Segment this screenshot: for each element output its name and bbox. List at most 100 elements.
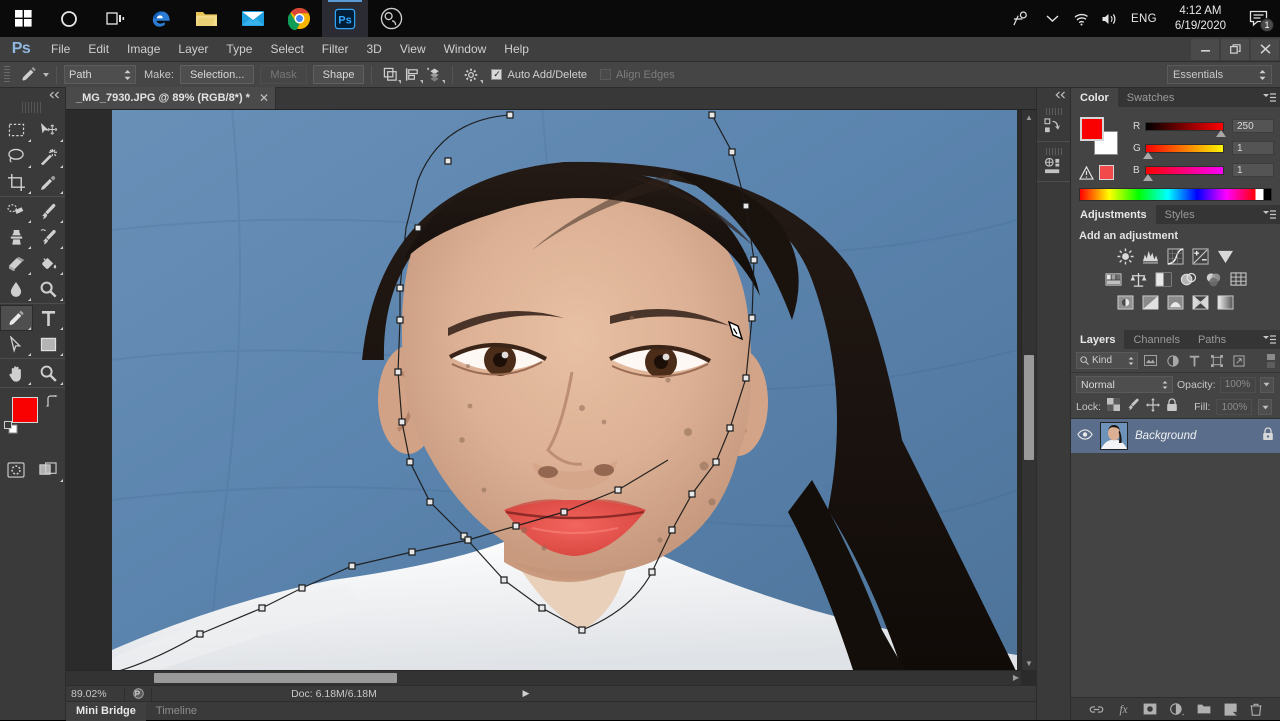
rectangle-tool[interactable] xyxy=(33,331,66,357)
mail-button[interactable] xyxy=(230,0,276,37)
scroll-right-arrow-icon[interactable]: ▶ xyxy=(1013,673,1019,682)
delete-layer-button[interactable] xyxy=(1250,703,1262,716)
out-of-gamut-warning[interactable] xyxy=(1079,165,1114,180)
canvas-horizontal-scrollbar[interactable]: ▶ xyxy=(66,670,1021,685)
layer-lock-icon[interactable] xyxy=(1262,426,1274,446)
vibrance-icon[interactable] xyxy=(1216,247,1235,266)
color-foreground-swatch[interactable] xyxy=(1080,117,1104,141)
tab-color[interactable]: Color xyxy=(1071,88,1118,107)
path-operations-button[interactable] xyxy=(379,65,402,85)
history-panel-button[interactable] xyxy=(1037,102,1070,142)
new-group-button[interactable] xyxy=(1197,703,1211,715)
crop-tool[interactable] xyxy=(0,169,33,195)
color-panel-menu-button[interactable] xyxy=(1258,88,1280,107)
zoom-tool[interactable] xyxy=(33,360,66,386)
people-button[interactable] xyxy=(1003,0,1037,37)
adjustments-panel-menu-button[interactable] xyxy=(1258,205,1280,224)
table-row[interactable]: Background xyxy=(1071,419,1280,453)
fill-dropdown-button[interactable] xyxy=(1258,399,1273,415)
brush-tool[interactable] xyxy=(33,198,66,224)
path-alignment-button[interactable] xyxy=(401,65,424,85)
hue-saturation-icon[interactable] xyxy=(1104,270,1123,289)
filter-shape-icon[interactable] xyxy=(1207,352,1226,370)
volume-button[interactable] xyxy=(1095,0,1123,37)
opacity-dropdown-button[interactable] xyxy=(1259,376,1274,393)
tab-adjustments[interactable]: Adjustments xyxy=(1071,205,1156,224)
menu-layer[interactable]: Layer xyxy=(169,37,217,62)
cortana-button[interactable] xyxy=(46,0,92,37)
path-mode-select[interactable]: Path xyxy=(64,65,136,84)
dodge-tool[interactable] xyxy=(33,276,66,302)
align-edges-checkbox[interactable]: Align Edges xyxy=(600,69,675,81)
tab-mini-bridge[interactable]: Mini Bridge xyxy=(66,701,146,721)
pen-settings-button[interactable] xyxy=(460,65,484,85)
current-tool-pen-icon[interactable] xyxy=(15,65,41,85)
tab-styles[interactable]: Styles xyxy=(1156,205,1204,224)
network-button[interactable] xyxy=(1067,0,1095,37)
tab-swatches[interactable]: Swatches xyxy=(1118,88,1184,107)
channel-r-slider[interactable] xyxy=(1145,121,1226,137)
foreground-color-swatch[interactable] xyxy=(12,397,38,423)
clone-stamp-tool[interactable] xyxy=(0,224,33,250)
channel-b-value[interactable]: 1 xyxy=(1232,163,1274,177)
opacity-value[interactable]: 100% xyxy=(1219,376,1256,393)
layers-panel-menu-button[interactable] xyxy=(1258,330,1280,349)
screen-mode-button[interactable] xyxy=(33,457,66,483)
vertical-scroll-thumb[interactable] xyxy=(1024,355,1034,460)
color-spectrum-ramp[interactable] xyxy=(1079,188,1272,201)
swap-colors-icon[interactable] xyxy=(46,395,59,410)
filter-type-icon[interactable] xyxy=(1185,352,1204,370)
lock-position-button[interactable] xyxy=(1146,397,1161,417)
auto-add-delete-checkbox[interactable]: ✓ Auto Add/Delete xyxy=(491,69,587,81)
scroll-down-arrow-icon[interactable]: ▼ xyxy=(1022,656,1036,670)
curves-icon[interactable] xyxy=(1166,247,1185,266)
menu-image[interactable]: Image xyxy=(118,37,169,62)
task-view-button[interactable] xyxy=(92,0,138,37)
eraser-tool[interactable] xyxy=(0,250,33,276)
color-lookup-icon[interactable] xyxy=(1229,270,1248,289)
new-adjustment-layer-button[interactable] xyxy=(1170,702,1184,716)
menu-type[interactable]: Type xyxy=(217,37,261,62)
exposure-icon[interactable] xyxy=(1191,247,1210,266)
minimize-button[interactable] xyxy=(1191,38,1219,60)
properties-panel-button[interactable] xyxy=(1037,142,1070,182)
gradient-map-icon[interactable] xyxy=(1216,293,1235,312)
chrome-button[interactable] xyxy=(276,0,322,37)
preview-thumbnail-icon[interactable] xyxy=(125,688,151,699)
layer-filter-kind-select[interactable]: Kind xyxy=(1076,352,1138,369)
layer-visibility-toggle[interactable] xyxy=(1077,427,1093,445)
history-brush-tool[interactable] xyxy=(33,224,66,250)
layer-name[interactable]: Background xyxy=(1135,430,1255,442)
filter-adjustment-icon[interactable] xyxy=(1163,352,1182,370)
document-tab-close-icon[interactable]: ✕ xyxy=(259,91,269,105)
out-of-gamut-swatch[interactable] xyxy=(1099,165,1114,180)
make-selection-button[interactable]: Selection... xyxy=(179,65,255,84)
toolbox-grip[interactable] xyxy=(22,102,43,113)
color-balance-icon[interactable] xyxy=(1129,270,1148,289)
brightness-contrast-icon[interactable] xyxy=(1116,247,1135,266)
start-button[interactable] xyxy=(0,0,46,37)
menu-edit[interactable]: Edit xyxy=(79,37,118,62)
move-tool[interactable] xyxy=(33,117,66,143)
language-indicator[interactable]: ENG xyxy=(1123,0,1165,37)
channel-mixer-icon[interactable] xyxy=(1204,270,1223,289)
channel-g-value[interactable]: 1 xyxy=(1232,141,1274,155)
menu-3d[interactable]: 3D xyxy=(357,37,390,62)
blend-mode-select[interactable]: Normal xyxy=(1076,376,1173,393)
menu-file[interactable]: File xyxy=(42,37,79,62)
zoom-level-field[interactable]: 89.02% xyxy=(66,688,124,700)
invert-icon[interactable] xyxy=(1116,293,1135,312)
paint-bucket-tool[interactable] xyxy=(33,250,66,276)
posterize-icon[interactable] xyxy=(1141,293,1160,312)
photo-filter-icon[interactable] xyxy=(1179,270,1198,289)
menu-view[interactable]: View xyxy=(391,37,435,62)
edge-button[interactable] xyxy=(138,0,184,37)
menu-select[interactable]: Select xyxy=(261,37,312,62)
filter-toggle-switch[interactable] xyxy=(1267,353,1275,368)
lock-transparent-pixels-button[interactable] xyxy=(1107,398,1121,416)
layer-thumbnail[interactable] xyxy=(1100,422,1128,450)
lock-all-button[interactable] xyxy=(1166,397,1178,417)
hand-tool[interactable] xyxy=(0,360,33,386)
link-layers-button[interactable] xyxy=(1089,704,1104,715)
marquee-tool[interactable] xyxy=(0,117,33,143)
